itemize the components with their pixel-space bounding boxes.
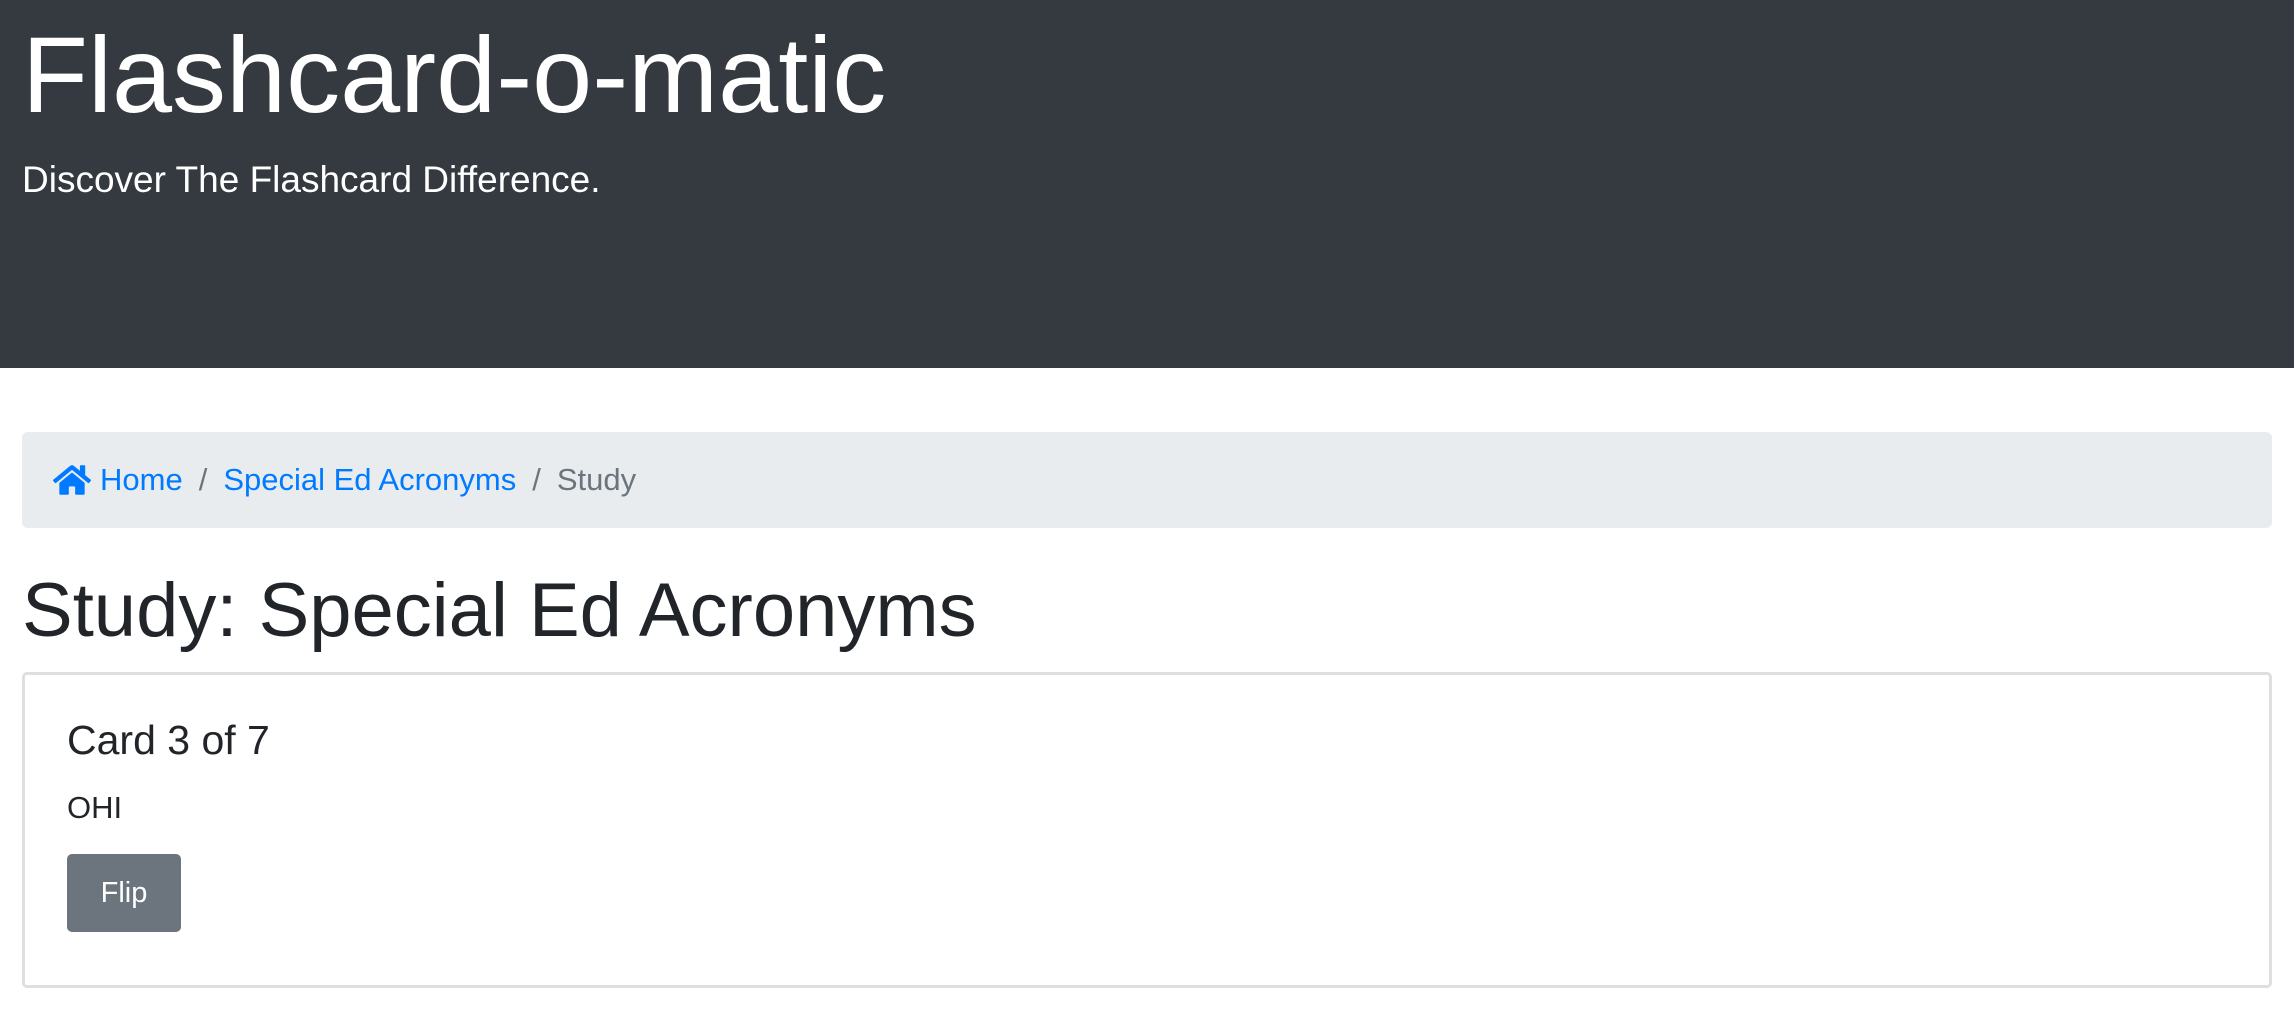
site-subtitle: Discover The Flashcard Difference. (22, 159, 601, 200)
flip-button[interactable]: Flip (67, 854, 181, 932)
card-text: OHI (67, 790, 123, 825)
breadcrumb-current: Study (556, 462, 637, 497)
site-title: Flashcard-o-matic (22, 14, 887, 135)
breadcrumb-home-link[interactable]: Home (53, 462, 183, 498)
breadcrumb-home-label: Home (100, 462, 183, 497)
breadcrumb: Home / Special Ed Acronyms / Study (22, 432, 2272, 528)
home-icon (53, 463, 91, 497)
site-header: Flashcard-o-matic Discover The Flashcard… (0, 0, 2294, 368)
flashcard: Card 3 of 7 OHI Flip (22, 672, 2272, 988)
breadcrumb-separator: / (198, 462, 208, 497)
breadcrumb-separator: / (532, 462, 541, 497)
main-container: Home / Special Ed Acronyms / Study Study… (0, 432, 2294, 988)
card-progress: Card 3 of 7 (67, 717, 270, 763)
breadcrumb-deck-link[interactable]: Special Ed Acronyms (223, 462, 516, 498)
page-title: Study: Special Ed Acronyms (22, 568, 977, 653)
